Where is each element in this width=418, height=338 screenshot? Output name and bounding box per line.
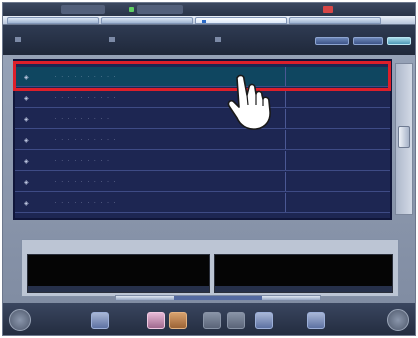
patient-chip (61, 5, 105, 14)
toolbar-button-1[interactable] (315, 37, 349, 45)
info-box-right (214, 254, 393, 293)
tab-bar (3, 16, 415, 25)
list-row[interactable]: ◈ · · · · · · · · · (15, 109, 390, 129)
list-row-name: · · · · · · · · · · (55, 95, 118, 100)
tool-2[interactable] (109, 37, 118, 47)
info-left-footer (28, 286, 209, 292)
tab-1[interactable] (7, 17, 99, 24)
tab-2[interactable] (101, 17, 193, 24)
tab-3[interactable] (195, 17, 287, 24)
tool-1[interactable] (15, 37, 24, 47)
alert-indicator (323, 6, 333, 13)
column-divider (285, 172, 286, 191)
column-divider (285, 151, 286, 170)
application-window: ◈ · · · · · · · · · · ◈ · · · · · · · · · ·… (2, 2, 416, 336)
document-icon: ◈ (24, 74, 29, 81)
hand-pointer-icon (227, 74, 271, 130)
list-icon[interactable] (307, 312, 325, 329)
tool-3-icon (215, 37, 221, 42)
study-list[interactable]: ◈ · · · · · · · · · · ◈ · · · · · · · · · ·… (13, 59, 392, 220)
menu-icon[interactable] (255, 312, 273, 329)
panel-scrollbar-thumb[interactable] (174, 296, 262, 300)
list-row-name: · · · · · · · · · (55, 116, 111, 121)
document-icon: ◈ (24, 137, 29, 144)
column-divider (285, 88, 286, 107)
toolbar (3, 25, 415, 55)
blank-icon[interactable] (203, 312, 221, 329)
power-icon[interactable] (387, 309, 409, 331)
list-row-name: · · · · · · · · · · (55, 179, 118, 184)
list-row[interactable]: ◈ · · · · · · · · · · (15, 88, 390, 108)
status-chip (137, 5, 183, 14)
column-divider (285, 193, 286, 212)
column-divider (285, 109, 286, 128)
document-icon: ◈ (24, 179, 29, 186)
document-icon: ◈ (24, 158, 29, 165)
tool-1-icon (15, 37, 21, 42)
list-scrollbar-thumb[interactable] (398, 126, 410, 148)
title-bar (3, 3, 415, 16)
home-icon[interactable] (9, 309, 31, 331)
blank-icon[interactable] (227, 312, 245, 329)
panel-scrollbar[interactable] (115, 295, 321, 301)
document-icon: ◈ (24, 116, 29, 123)
document-icon: ◈ (24, 200, 29, 207)
list-row-name: · · · · · · · · · · (55, 137, 118, 142)
column-divider (285, 67, 286, 86)
status-indicator (129, 7, 134, 12)
grid-icon[interactable] (91, 312, 109, 329)
list-row-name: · · · · · · · · · · (55, 200, 118, 205)
tool-2-icon (109, 37, 115, 42)
image-icon[interactable] (147, 312, 165, 329)
list-row[interactable]: ◈ · · · · · · · · · (15, 151, 390, 171)
column-divider (285, 130, 286, 149)
tool-3[interactable] (215, 37, 224, 47)
list-row[interactable]: ◈ · · · · · · · · · · (15, 172, 390, 192)
image-icon[interactable] (169, 312, 187, 329)
list-scrollbar[interactable] (395, 63, 413, 215)
list-row[interactable]: ◈ · · · · · · · · · · (15, 130, 390, 150)
list-row-name: · · · · · · · · · · (55, 74, 118, 79)
list-row-name: · · · · · · · · · (55, 158, 111, 163)
toolbar-button-3[interactable] (387, 37, 411, 45)
tab-3-icon (202, 20, 206, 23)
info-right-footer (215, 286, 392, 292)
bottom-bar (3, 303, 415, 335)
info-box-left (27, 254, 210, 293)
list-row[interactable]: ◈ · · · · · · · · · · (15, 193, 390, 213)
list-row[interactable]: ◈ · · · · · · · · · · (15, 67, 390, 87)
tab-4[interactable] (289, 17, 381, 24)
document-icon: ◈ (24, 95, 29, 102)
toolbar-button-2[interactable] (353, 37, 383, 45)
